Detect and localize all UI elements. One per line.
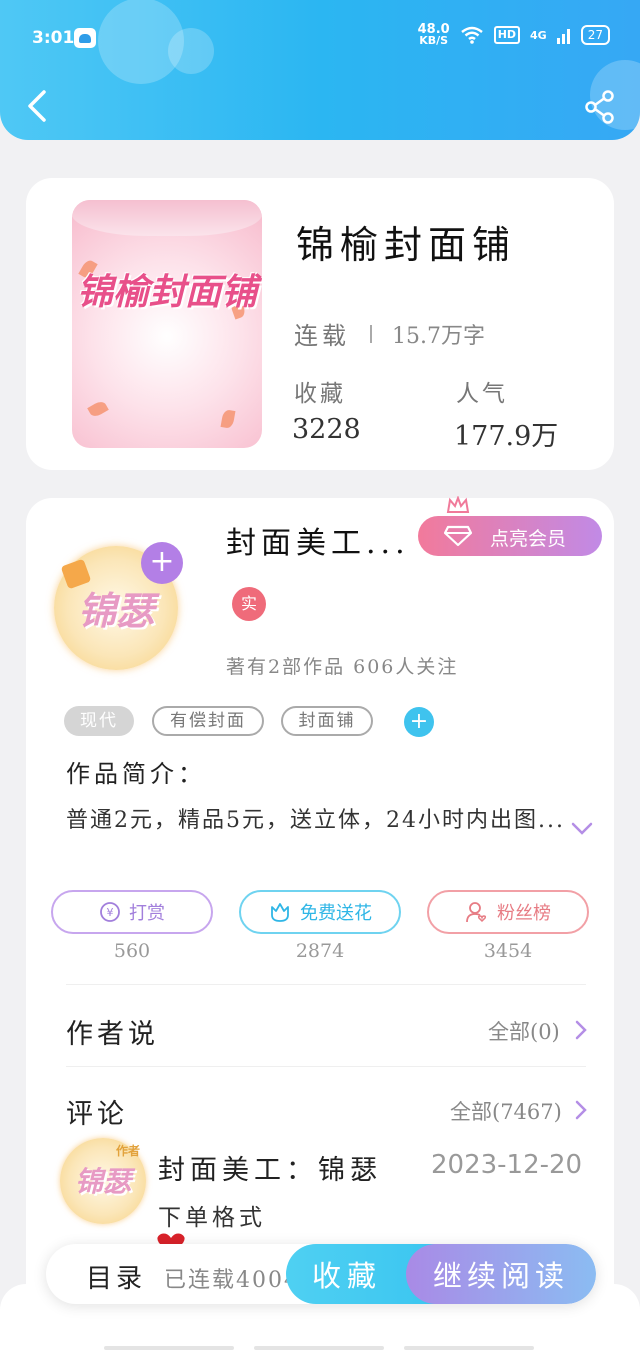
status-time: 3:01 (32, 28, 75, 48)
comment-date: 2023-12-20 (431, 1150, 583, 1180)
tag-genre[interactable]: 现代 (64, 706, 134, 736)
send-flower-button[interactable]: 免费送花 (239, 890, 401, 934)
book-title: 锦榆封面铺 (296, 223, 517, 267)
toc-button[interactable]: 目录 (86, 1258, 146, 1295)
verified-badge: 实 (232, 587, 266, 621)
author-says-all-link[interactable]: 全部(0) (488, 1016, 560, 1046)
favorites-count: 3228 (292, 414, 361, 445)
fan-user-icon (466, 902, 487, 923)
commenter-avatar[interactable]: 作者 锦瑟 (60, 1138, 146, 1224)
continue-reading-button[interactable]: 继续阅读 (406, 1244, 596, 1304)
crown-icon (446, 496, 470, 513)
signal-4g: 4G (530, 28, 547, 42)
toc-status[interactable]: 已连载4004 (164, 1262, 300, 1294)
net-speed: 48.0 KB/S (417, 22, 450, 47)
tip-count: 560 (113, 940, 151, 962)
flower-count: 2874 (295, 940, 345, 962)
signal-bars-icon (556, 29, 570, 44)
divider (66, 984, 586, 985)
activate-vip-button[interactable]: 点亮会员 (418, 516, 602, 556)
diamond-icon (444, 525, 472, 547)
tip-button[interactable]: ¥ 打赏 (51, 890, 213, 934)
favorites-label: 收藏 (294, 381, 346, 407)
serial-status: 连载 (294, 322, 350, 350)
yen-coin-icon: ¥ (100, 902, 120, 922)
comments-all-link[interactable]: 全部(7467) (450, 1096, 562, 1126)
svg-text:¥: ¥ (107, 906, 114, 919)
book-status-line: 连载 15.7万字 (294, 316, 485, 351)
book-info-card: 锦榆封面铺 锦榆封面铺 连载 15.7万字 收藏 人气 3228 177.9万 (26, 178, 614, 470)
wifi-icon (460, 26, 483, 44)
fan-count: 3454 (483, 940, 533, 962)
battery-indicator: 27 (580, 25, 610, 45)
author-says-title: 作者说 (66, 1019, 159, 1050)
add-tag-button[interactable]: + (404, 707, 434, 737)
cover-curtain (72, 200, 262, 236)
expand-chevron-icon[interactable] (570, 820, 594, 838)
handle-bar (254, 1346, 384, 1350)
intro-text: 普通2元，精品5元，送立体，24小时内出图... (66, 808, 565, 833)
author-tag: 作者 (116, 1144, 141, 1158)
popularity-label: 人气 (456, 381, 508, 407)
comments-title: 评论 (66, 1099, 128, 1130)
share-icon[interactable] (584, 90, 616, 124)
tag-item[interactable]: 封面铺 (281, 706, 373, 736)
decor-bubble (168, 28, 214, 74)
follow-author-button[interactable]: + (141, 542, 183, 584)
status-divider (370, 324, 372, 343)
top-header: 3:01 48.0 KB/S HD 4G 27 (0, 0, 640, 140)
decor-leaf (220, 409, 236, 429)
commenter-name[interactable]: 封面美工：锦瑟 (158, 1148, 382, 1187)
author-name[interactable]: 封面美工... (226, 518, 410, 562)
intro-label: 作品简介： (66, 760, 206, 788)
handle-bar (104, 1346, 234, 1350)
cover-title: 锦榆封面铺 (76, 271, 257, 313)
book-cover[interactable]: 锦榆封面铺 (72, 200, 262, 448)
android-icon (74, 28, 96, 48)
author-works-summary: 著有2部作品 606人关注 (226, 656, 459, 678)
back-arrow-icon[interactable] (22, 88, 52, 124)
author-card: 锦瑟 + 封面美工... 点亮会员 实 著有2部作品 606人关注 现代 有偿封… (26, 496, 614, 1351)
word-count: 15.7万字 (392, 323, 485, 349)
hd-badge: HD (493, 26, 521, 44)
chevron-right-icon[interactable] (574, 1020, 588, 1040)
bottom-action-bar: 目录 已连载4004 收藏 继续阅读 (46, 1244, 596, 1304)
comment-text[interactable]: 下单格式 (158, 1198, 266, 1232)
popularity-count: 177.9万 (454, 421, 559, 452)
decor-leaf (87, 399, 109, 419)
chevron-right-icon[interactable] (574, 1100, 588, 1120)
tag-item[interactable]: 有偿封面 (152, 706, 264, 736)
status-icons: 48.0 KB/S HD 4G 27 (417, 22, 610, 47)
flower-icon (271, 903, 289, 922)
fan-ranking-button[interactable]: 粉丝榜 (427, 890, 589, 934)
divider (66, 1066, 586, 1067)
handle-bar (404, 1346, 534, 1350)
